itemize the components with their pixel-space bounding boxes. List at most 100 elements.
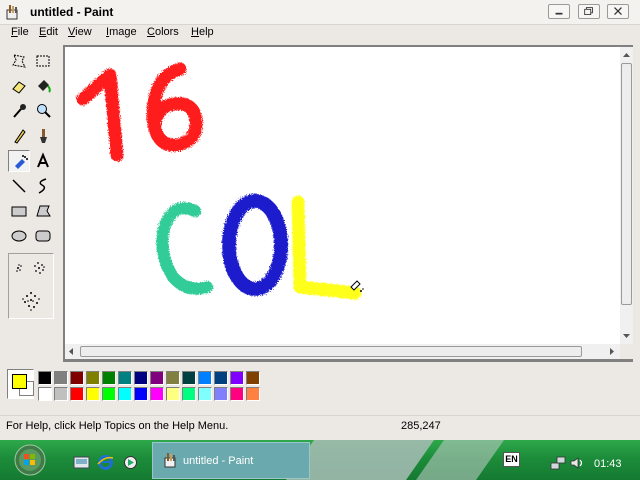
- curve-icon: [38, 178, 47, 194]
- palette-swatch[interactable]: [166, 387, 180, 401]
- current-colors[interactable]: [7, 369, 34, 399]
- tool-airbrush[interactable]: [8, 150, 30, 172]
- palette-swatch[interactable]: [118, 371, 132, 385]
- palette-swatch[interactable]: [246, 371, 260, 385]
- drawing-canvas[interactable]: [65, 47, 620, 344]
- drawing-letter-o: [222, 194, 288, 296]
- drawing-letter-l: [291, 195, 362, 300]
- menu-help[interactable]: Help: [191, 26, 214, 38]
- palette-swatch[interactable]: [246, 387, 260, 401]
- tool-select[interactable]: [32, 50, 54, 72]
- tool-brush[interactable]: [32, 125, 54, 147]
- palette-swatch[interactable]: [150, 371, 164, 385]
- palette-swatch[interactable]: [134, 387, 148, 401]
- eyedropper-icon: [13, 104, 26, 118]
- taskbar-clock: 01:43: [594, 458, 622, 470]
- palette-swatch[interactable]: [38, 371, 52, 385]
- palette-swatch[interactable]: [230, 371, 244, 385]
- status-bar: For Help, click Help Topics on the Help …: [0, 415, 640, 436]
- minimize-icon: [555, 12, 563, 15]
- paint-window: untitled - Paint File Edit View Image Co…: [0, 0, 640, 440]
- tool-rectangle[interactable]: [8, 200, 30, 222]
- palette-swatch[interactable]: [102, 387, 116, 401]
- tool-curve[interactable]: [32, 175, 54, 197]
- tool-rounded-rectangle[interactable]: [32, 225, 54, 247]
- volume-tray-icon[interactable]: [569, 456, 585, 470]
- vertical-scroll-thumb[interactable]: [621, 63, 632, 305]
- text-tool-icon: [37, 152, 49, 168]
- palette-swatch[interactable]: [70, 371, 84, 385]
- palette-swatch[interactable]: [54, 371, 68, 385]
- palette-swatch[interactable]: [198, 371, 212, 385]
- close-icon: [614, 7, 622, 15]
- start-button-icon[interactable]: [10, 443, 50, 477]
- media-player-icon[interactable]: [122, 454, 139, 471]
- airbrush-icon: [15, 155, 28, 169]
- restore-icon: [584, 7, 593, 15]
- palette-swatch[interactable]: [118, 387, 132, 401]
- airbrush-size-icons: [16, 262, 45, 311]
- free-form-select-icon: [12, 54, 26, 68]
- menu-edit[interactable]: Edit: [39, 26, 58, 38]
- palette-swatch[interactable]: [38, 387, 52, 401]
- menu-view[interactable]: View: [68, 26, 92, 38]
- palette-swatch[interactable]: [214, 371, 228, 385]
- language-indicator[interactable]: EN: [503, 452, 520, 467]
- menu-colors[interactable]: Colors: [147, 26, 179, 38]
- rectangle-icon: [11, 206, 27, 217]
- brush-icon: [40, 129, 47, 143]
- palette-swatch[interactable]: [150, 387, 164, 401]
- title-bar[interactable]: untitled - Paint: [0, 0, 640, 25]
- palette-swatch[interactable]: [198, 387, 212, 401]
- palette-swatch[interactable]: [102, 371, 116, 385]
- palette-swatch[interactable]: [230, 387, 244, 401]
- menu-image[interactable]: Image: [106, 26, 137, 38]
- tool-polygon[interactable]: [32, 200, 54, 222]
- internet-explorer-icon[interactable]: [97, 454, 114, 471]
- palette-swatch[interactable]: [86, 371, 100, 385]
- tool-eraser[interactable]: [8, 75, 30, 97]
- window-title: untitled - Paint: [30, 5, 114, 19]
- menu-file-rest: ile: [17, 26, 29, 38]
- network-tray-icon[interactable]: [550, 456, 566, 470]
- paint-app-icon: [6, 5, 18, 20]
- palette-swatch[interactable]: [54, 387, 68, 401]
- paint-bucket-icon: [38, 80, 51, 93]
- menu-bar: File Edit View Image Colors Help: [0, 24, 640, 42]
- airbrush-size-options: [8, 253, 54, 319]
- menu-file-mnemonic: F: [11, 26, 18, 38]
- taskbar-paint-label: untitled - Paint: [183, 455, 254, 467]
- canvas-drawing: [76, 62, 364, 300]
- menu-colors-rest: olors: [154, 26, 179, 38]
- menu-file[interactable]: File: [11, 26, 29, 38]
- status-help-text: For Help, click Help Topics on the Help …: [6, 420, 229, 432]
- tool-text[interactable]: [32, 150, 54, 172]
- horizontal-scrollbar[interactable]: [65, 344, 620, 359]
- tool-fill-with-color[interactable]: [32, 75, 54, 97]
- rounded-rectangle-icon: [35, 230, 51, 242]
- restore-button[interactable]: [578, 4, 600, 19]
- tool-magnifier[interactable]: [32, 100, 54, 122]
- palette-swatch[interactable]: [70, 387, 84, 401]
- palette-swatch[interactable]: [214, 387, 228, 401]
- select-icon: [36, 55, 50, 67]
- tool-line[interactable]: [8, 175, 30, 197]
- tool-pick-color[interactable]: [8, 100, 30, 122]
- palette-swatch[interactable]: [182, 371, 196, 385]
- show-desktop-icon[interactable]: [73, 454, 90, 471]
- tool-ellipse[interactable]: [8, 225, 30, 247]
- tool-free-form-select[interactable]: [8, 50, 30, 72]
- menu-image-rest: mage: [109, 26, 137, 38]
- horizontal-scroll-thumb[interactable]: [80, 346, 582, 357]
- foreground-color-swatch: [12, 374, 27, 389]
- palette-swatch[interactable]: [134, 371, 148, 385]
- tool-pencil[interactable]: [8, 125, 30, 147]
- palette-swatch[interactable]: [166, 371, 180, 385]
- minimize-button[interactable]: [548, 4, 570, 19]
- palette-swatch[interactable]: [86, 387, 100, 401]
- palette-swatch[interactable]: [182, 387, 196, 401]
- eraser-icon: [12, 81, 26, 94]
- taskbar-paint-button[interactable]: untitled - Paint: [152, 442, 310, 479]
- close-button[interactable]: [607, 4, 629, 19]
- vertical-scrollbar[interactable]: [620, 47, 633, 344]
